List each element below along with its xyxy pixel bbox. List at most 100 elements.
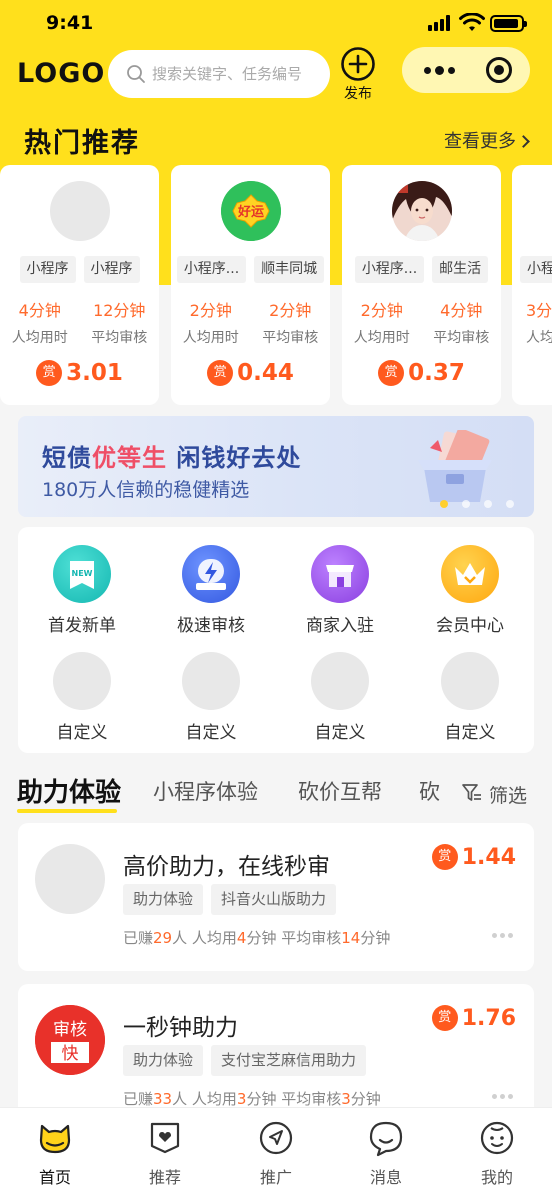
card-tag: 顺丰同城 bbox=[254, 256, 325, 283]
vip-crown-icon bbox=[441, 545, 499, 603]
more-dots-icon[interactable] bbox=[492, 1094, 514, 1100]
tab-miniprogram[interactable]: 小程序体验 bbox=[153, 776, 258, 806]
status-time: 9:41 bbox=[46, 12, 94, 34]
menu-item-label: 首发新单 bbox=[48, 616, 116, 636]
app-logo: LOGO bbox=[17, 58, 106, 89]
task-title: 一秒钟助力 bbox=[123, 1015, 238, 1041]
card-tag: 邮生活 bbox=[432, 256, 489, 283]
review-time-label: 平均审核 bbox=[433, 330, 490, 346]
reward-icon: 赏 bbox=[378, 359, 405, 386]
hot-card[interactable]: 小程 3分人均 bbox=[512, 165, 552, 405]
nav-label: 我的 bbox=[480, 1168, 513, 1187]
menu-item-label: 自定义 bbox=[314, 723, 366, 743]
menu-item-label: 极速审核 bbox=[177, 616, 245, 636]
banner-pagination bbox=[440, 500, 520, 508]
view-more-label: 查看更多 bbox=[444, 131, 516, 152]
recommend-icon bbox=[150, 1122, 180, 1154]
menu-item-custom[interactable]: 自定义 bbox=[280, 652, 400, 743]
tab-assist[interactable]: 助力体验 bbox=[17, 772, 121, 813]
view-more-link[interactable]: 查看更多 bbox=[444, 127, 530, 153]
quick-menu-grid: NEW 首发新单 极速审核 商家入驻 会员中心 自定义 自定义 自定义 自定义 bbox=[18, 527, 534, 753]
hot-card[interactable]: 小程序... 邮生活 2分钟 人均用时 4分钟 平均审核 赏 0.37 bbox=[342, 165, 501, 405]
reward-icon: 赏 bbox=[36, 359, 63, 386]
avatar bbox=[49, 181, 110, 241]
profile-icon bbox=[480, 1121, 514, 1155]
avg-time-label: 人均用时 bbox=[182, 330, 239, 346]
avatar: 好运 bbox=[220, 181, 281, 241]
gift-box-illustration bbox=[418, 430, 492, 502]
battery-icon bbox=[490, 15, 527, 32]
menu-item-label: 会员中心 bbox=[436, 616, 504, 636]
new-order-icon: NEW bbox=[53, 545, 111, 603]
menu-item-merchant[interactable]: 商家入驻 bbox=[280, 545, 400, 636]
nav-recommend[interactable]: 推荐 bbox=[110, 1118, 220, 1188]
card-tag: 小程序 bbox=[83, 256, 140, 283]
custom-icon bbox=[441, 652, 499, 710]
tab-bargain[interactable]: 砍价互帮 bbox=[298, 776, 382, 806]
nav-promote[interactable]: 推广 bbox=[221, 1118, 331, 1188]
task-card[interactable]: 高价助力，在线秒审 赏 1.44 助力体验 抖音火山版助力 已赚29人 人均用4分… bbox=[18, 823, 534, 971]
tab-bargain-more[interactable]: 砍 bbox=[419, 776, 440, 806]
menu-item-fast-review[interactable]: 极速审核 bbox=[151, 545, 271, 636]
banner-subtitle: 180万人信赖的稳健精选 bbox=[42, 479, 250, 501]
haoyun-badge-icon: 好运 bbox=[220, 181, 281, 241]
task-tag: 助力体验 bbox=[123, 1045, 204, 1076]
menu-item-vip[interactable]: 会员中心 bbox=[410, 545, 530, 636]
menu-item-custom[interactable]: 自定义 bbox=[151, 652, 271, 743]
avg-time-label: 人均用时 bbox=[11, 330, 68, 346]
search-bar[interactable] bbox=[108, 50, 330, 98]
reward-price: 0.44 bbox=[237, 360, 294, 386]
add-circle-icon bbox=[341, 47, 375, 81]
nav-home[interactable]: 首页 bbox=[0, 1118, 110, 1188]
task-title: 高价助力，在线秒审 bbox=[123, 854, 330, 880]
nav-label: 推荐 bbox=[148, 1168, 181, 1187]
avg-time-value: 2分钟 bbox=[189, 301, 232, 320]
hot-card[interactable]: 小程序 小程序 4分钟 人均用时 12分钟 平均审核 赏 3.01 bbox=[0, 165, 159, 405]
message-icon bbox=[369, 1121, 403, 1157]
filter-button[interactable]: 筛选 bbox=[444, 778, 552, 810]
search-input[interactable] bbox=[152, 65, 322, 83]
avg-time-label: 人均 bbox=[526, 330, 552, 346]
status-bar: 9:41 bbox=[0, 0, 552, 46]
card-tag: 小程序 bbox=[19, 256, 76, 283]
svg-text:审核: 审核 bbox=[53, 1020, 87, 1040]
menu-item-label: 自定义 bbox=[56, 723, 108, 743]
reward-icon: 赏 bbox=[431, 1004, 458, 1031]
girl-avatar-image bbox=[391, 181, 452, 241]
menu-item-new-order[interactable]: NEW 首发新单 bbox=[22, 545, 142, 636]
review-time-value: 12分钟 bbox=[93, 301, 146, 320]
nav-label: 推广 bbox=[259, 1168, 292, 1187]
filter-label: 筛选 bbox=[489, 785, 528, 807]
task-price: 1.76 bbox=[461, 1006, 516, 1031]
more-menu-button[interactable] bbox=[424, 63, 455, 77]
merchant-icon bbox=[311, 545, 369, 603]
avg-time-value: 3分 bbox=[526, 301, 552, 320]
promo-banner[interactable]: 短债优等生 闲钱好去处 180万人信赖的稳健精选 bbox=[18, 416, 534, 517]
card-tag: 小程 bbox=[520, 256, 552, 283]
menu-item-label: 自定义 bbox=[444, 723, 496, 743]
nav-label: 首页 bbox=[38, 1168, 71, 1187]
miniprogram-capsule bbox=[402, 47, 530, 93]
close-miniprogram-button[interactable] bbox=[486, 57, 512, 83]
svg-text:NEW: NEW bbox=[72, 569, 93, 578]
task-tag: 抖音火山版助力 bbox=[211, 884, 337, 915]
publish-button[interactable]: 发布 bbox=[338, 46, 378, 102]
filter-icon bbox=[462, 784, 481, 801]
home-cat-icon bbox=[39, 1124, 71, 1154]
custom-icon bbox=[311, 652, 369, 710]
custom-icon bbox=[182, 652, 240, 710]
menu-item-custom[interactable]: 自定义 bbox=[22, 652, 142, 743]
task-card[interactable]: 审核 快 一秒钟助力 赏 1.76 助力体验 支付宝芝麻信用助力 已赚33人 人均… bbox=[18, 984, 534, 1124]
nav-profile[interactable]: 我的 bbox=[442, 1118, 552, 1188]
nav-message[interactable]: 消息 bbox=[331, 1118, 441, 1188]
review-time-value: 2分钟 bbox=[269, 301, 312, 320]
svg-text:快: 快 bbox=[62, 1044, 79, 1064]
more-dots-icon[interactable] bbox=[492, 933, 514, 939]
fast-review-icon bbox=[182, 545, 240, 603]
nav-label: 消息 bbox=[369, 1168, 402, 1187]
avatar bbox=[35, 844, 105, 914]
menu-item-custom[interactable]: 自定义 bbox=[410, 652, 530, 743]
hot-card[interactable]: 好运 小程序... 顺丰同城 2分钟 人均用时 2分钟 平均审核 赏 0.44 bbox=[171, 165, 330, 405]
bottom-tab-bar: 首页 推荐 推广 消息 我的 bbox=[0, 1107, 552, 1190]
reward-price: 0.37 bbox=[408, 360, 465, 386]
